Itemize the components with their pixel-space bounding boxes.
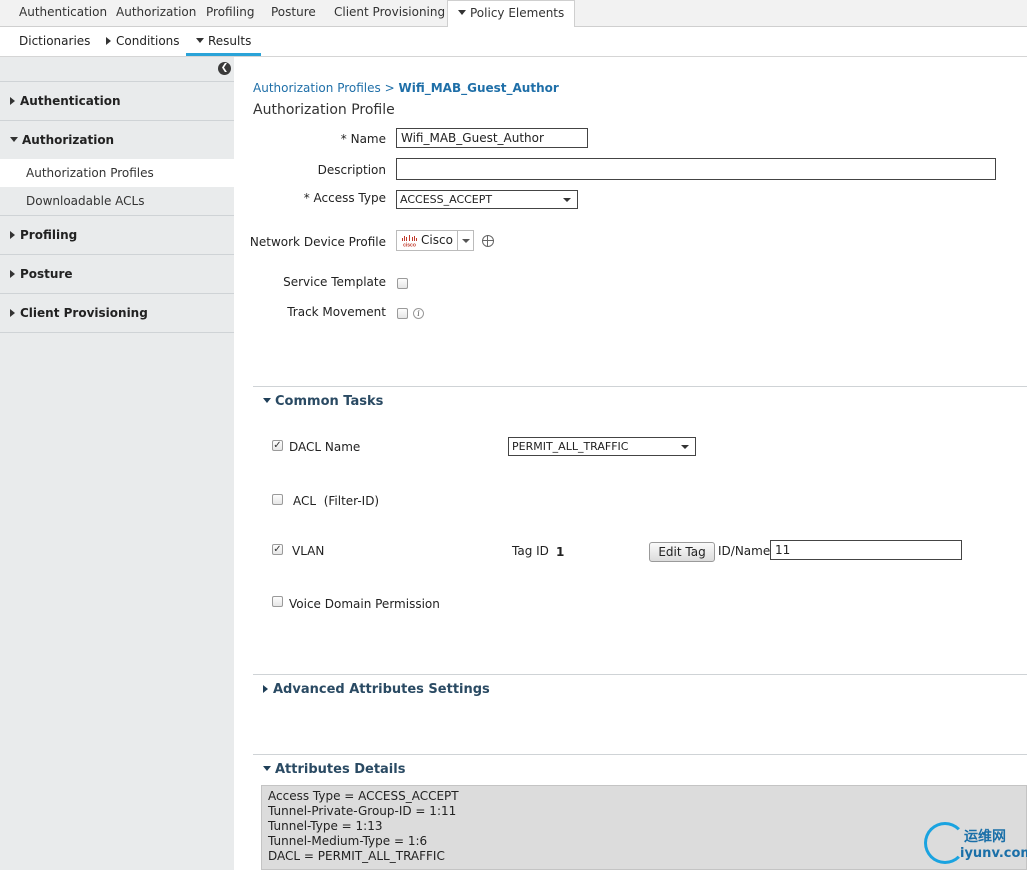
dacl-select[interactable]: PERMIT_ALL_TRAFFIC: [508, 437, 696, 456]
description-label: Description: [317, 163, 386, 177]
chevron-down-icon: [462, 239, 470, 243]
voice-domain-label: Voice Domain Permission: [289, 597, 440, 611]
watermark-en-text: iyunv.com: [960, 846, 1027, 861]
breadcrumb-separator: >: [384, 81, 395, 95]
chevron-right-icon: [10, 231, 15, 239]
advanced-attributes-title: Advanced Attributes Settings: [273, 682, 490, 697]
chevron-down-icon: [263, 766, 271, 771]
network-device-profile-value: Cisco: [421, 233, 453, 247]
access-type-value: ACCESS_ACCEPT: [400, 193, 493, 206]
access-type-label: * Access Type: [303, 191, 386, 205]
voice-domain-checkbox[interactable]: [272, 596, 283, 607]
subtab-conditions[interactable]: Conditions: [106, 27, 180, 56]
id-name-label: ID/Name: [718, 544, 771, 558]
chevron-right-icon: [263, 685, 268, 693]
cisco-logo-text: cisco: [403, 243, 416, 248]
sidebar-section-client-provisioning[interactable]: Client Provisioning: [0, 293, 234, 333]
track-movement-checkbox[interactable]: [397, 308, 408, 319]
chevron-down-icon: [263, 398, 271, 403]
tab-profiling[interactable]: Profiling: [206, 0, 255, 27]
attribute-line: Tunnel-Type = 1:13: [268, 819, 383, 833]
sidebar-section-label: Profiling: [20, 228, 78, 242]
tab-authentication[interactable]: Authentication: [19, 0, 107, 27]
edit-tag-button[interactable]: Edit Tag: [649, 542, 715, 562]
chevron-down-icon: [458, 10, 466, 15]
common-tasks-header[interactable]: Common Tasks: [253, 386, 1027, 416]
name-input[interactable]: Wifi_MAB_Guest_Author: [396, 128, 588, 148]
attribute-line: DACL = PERMIT_ALL_TRAFFIC: [268, 849, 445, 863]
tab-policy-elements-label: Policy Elements: [470, 6, 565, 20]
acl-label: ACL (Filter-ID): [293, 494, 380, 508]
info-icon[interactable]: i: [413, 308, 424, 319]
select-divider: [457, 231, 458, 250]
common-tasks-title: Common Tasks: [275, 394, 384, 409]
tag-id-value: 1: [556, 545, 565, 559]
sidebar-section-posture[interactable]: Posture: [0, 254, 234, 293]
attributes-details-title: Attributes Details: [275, 762, 406, 777]
acl-checkbox[interactable]: [272, 494, 283, 505]
sidebar-section-authorization[interactable]: Authorization: [0, 120, 234, 159]
sidebar-section-label: Client Provisioning: [20, 306, 148, 320]
sub-tab-bar: Dictionaries Conditions Results: [0, 27, 1027, 57]
vlan-checkbox[interactable]: ✓: [272, 544, 283, 555]
subtab-conditions-label: Conditions: [116, 34, 180, 48]
chevron-down-icon: [196, 38, 204, 43]
tag-id-label: Tag ID: [512, 544, 549, 558]
watermark-logo: 运维网 iyunv.com: [924, 822, 1027, 866]
chevron-down-icon: [681, 445, 689, 449]
service-template-checkbox[interactable]: [397, 278, 408, 289]
chevron-down-icon: [563, 198, 571, 202]
tab-authorization[interactable]: Authorization: [116, 0, 196, 27]
breadcrumb-current: Wifi_MAB_Guest_Author: [398, 81, 559, 95]
subtab-results-label: Results: [208, 34, 252, 48]
sidebar: ❮ Authentication Authorization Authoriza…: [0, 57, 234, 870]
chevron-down-icon: [10, 137, 18, 142]
description-textarea[interactable]: [396, 158, 996, 180]
attributes-details-header[interactable]: Attributes Details: [253, 754, 1027, 784]
attribute-line: Tunnel-Medium-Type = 1:6: [268, 834, 428, 848]
breadcrumb-parent-link[interactable]: Authorization Profiles: [253, 81, 381, 95]
tab-client-provisioning[interactable]: Client Provisioning: [334, 0, 445, 27]
main-content: Authorization Profiles > Wifi_MAB_Guest_…: [249, 57, 1027, 870]
dacl-checkbox[interactable]: ✓: [272, 440, 283, 451]
cisco-logo-icon: cisco: [402, 235, 417, 248]
advanced-attributes-header[interactable]: Advanced Attributes Settings: [253, 674, 1027, 704]
vlan-label: VLAN: [292, 544, 325, 558]
sidebar-section-authentication[interactable]: Authentication: [0, 81, 234, 120]
sidebar-section-profiling[interactable]: Profiling: [0, 215, 234, 254]
chevron-right-icon: [10, 97, 15, 105]
collapse-sidebar-icon[interactable]: ❮: [218, 62, 231, 75]
attribute-line: Access Type = ACCESS_ACCEPT: [268, 789, 459, 803]
top-tab-bar: Authentication Authorization Profiling P…: [0, 0, 1027, 28]
sidebar-section-label: Posture: [20, 267, 73, 281]
network-device-profile-label: Network Device Profile: [249, 235, 386, 249]
chevron-right-icon: [10, 270, 15, 278]
tab-posture[interactable]: Posture: [271, 0, 316, 27]
name-label: * Name: [340, 132, 386, 146]
subtab-results[interactable]: Results: [186, 27, 262, 56]
chevron-right-icon: [10, 309, 15, 317]
dacl-label: DACL Name: [289, 440, 361, 454]
sidebar-section-label: Authentication: [20, 94, 121, 108]
breadcrumb: Authorization Profiles > Wifi_MAB_Guest_…: [253, 81, 559, 95]
vlan-id-name-input[interactable]: 11: [770, 540, 962, 560]
dacl-value: PERMIT_ALL_TRAFFIC: [512, 440, 629, 453]
attribute-line: Tunnel-Private-Group-ID = 1:11: [268, 804, 457, 818]
watermark-cn-text: 运维网: [964, 829, 1006, 845]
globe-icon[interactable]: [482, 235, 494, 247]
network-device-profile-select[interactable]: cisco Cisco: [396, 230, 474, 251]
tab-policy-elements[interactable]: Policy Elements: [447, 0, 576, 28]
service-template-label: Service Template: [283, 275, 386, 289]
sidebar-item-downloadable-acls[interactable]: Downloadable ACLs: [0, 187, 234, 215]
chevron-right-icon: [106, 37, 111, 45]
page-title: Authorization Profile: [253, 102, 395, 118]
subtab-dictionaries[interactable]: Dictionaries: [19, 27, 90, 56]
sidebar-section-label: Authorization: [22, 133, 115, 147]
sidebar-item-authorization-profiles[interactable]: Authorization Profiles: [0, 159, 234, 187]
attributes-details-box: Access Type = ACCESS_ACCEPT Tunnel-Priva…: [261, 785, 1027, 870]
track-movement-label: Track Movement: [287, 305, 386, 319]
access-type-select[interactable]: ACCESS_ACCEPT: [396, 190, 578, 209]
